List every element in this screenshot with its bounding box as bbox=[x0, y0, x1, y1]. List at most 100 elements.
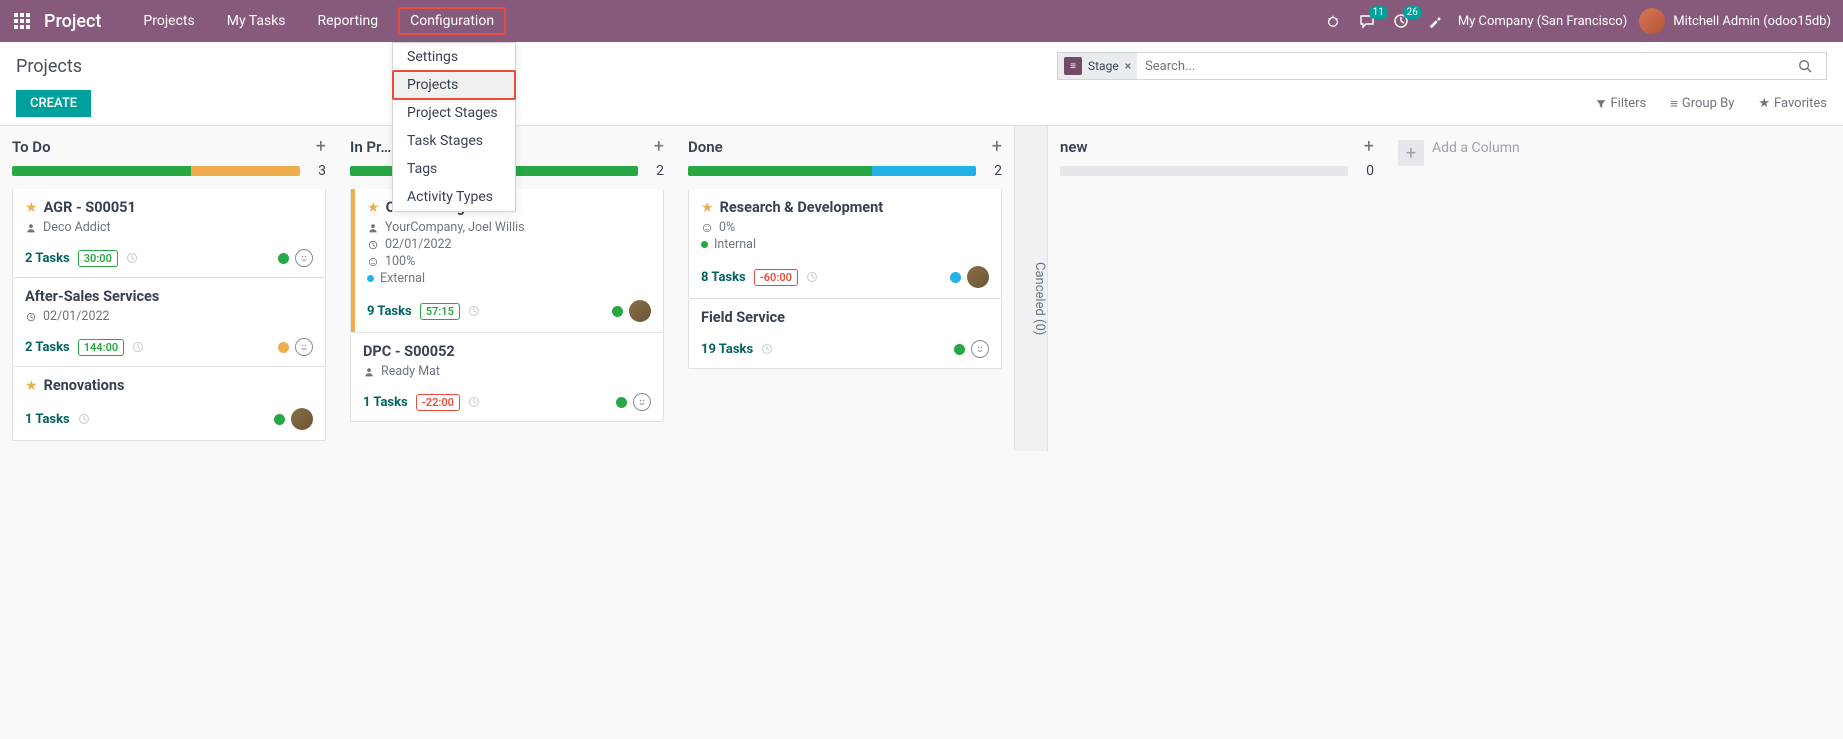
kanban-card[interactable]: Field Service 19 Tasks bbox=[688, 299, 1002, 369]
column-add-icon[interactable]: + bbox=[654, 136, 664, 157]
satisfaction-icon[interactable] bbox=[295, 249, 313, 267]
page-title: Projects bbox=[16, 56, 82, 77]
status-dot-icon[interactable] bbox=[612, 306, 623, 317]
dropdown-projects[interactable]: Projects bbox=[393, 71, 515, 99]
bar-segment bbox=[12, 166, 191, 176]
person-icon bbox=[363, 367, 375, 377]
main-menu: Projects My Tasks Reporting Configuratio… bbox=[129, 3, 508, 39]
card-foot-right bbox=[274, 408, 313, 430]
tasks-link[interactable]: 1 Tasks bbox=[363, 395, 408, 410]
bug-icon[interactable] bbox=[1322, 10, 1344, 32]
satisfaction-icon[interactable] bbox=[971, 340, 989, 358]
column-title[interactable]: Done bbox=[688, 138, 723, 156]
dropdown-settings[interactable]: Settings bbox=[393, 43, 515, 71]
person-icon bbox=[367, 223, 379, 233]
card-foot-right bbox=[612, 300, 651, 322]
star-icon[interactable]: ★ bbox=[25, 200, 38, 216]
groupby-button[interactable]: ≡Group By bbox=[1670, 96, 1734, 112]
star-icon[interactable]: ★ bbox=[367, 200, 380, 216]
dropdown-project-stages[interactable]: Project Stages bbox=[393, 99, 515, 127]
card-meta: 100% bbox=[367, 254, 651, 269]
progress-bar[interactable] bbox=[12, 166, 300, 176]
kanban-card[interactable]: After-Sales Services 02/01/2022 2 Tasks … bbox=[12, 278, 326, 367]
messages-icon[interactable]: 11 bbox=[1356, 10, 1378, 32]
user-menu[interactable]: Mitchell Admin (odoo15db) bbox=[1639, 8, 1831, 34]
favorites-button[interactable]: ★Favorites bbox=[1758, 96, 1827, 112]
activity-icon[interactable]: 26 bbox=[1390, 10, 1412, 32]
dropdown-activity-types[interactable]: Activity Types bbox=[393, 183, 515, 211]
create-button[interactable]: CREATE bbox=[16, 90, 91, 117]
nav-right: 11 26 My Company (San Francisco) Mitchel… bbox=[1322, 8, 1831, 34]
hours-pill: 57:15 bbox=[420, 303, 460, 320]
column-count: 2 bbox=[988, 163, 1002, 179]
kanban-card[interactable]: ★Research & Development 0%Internal 8 Tas… bbox=[688, 189, 1002, 299]
kanban-card[interactable]: ★AGR - S00051 Deco Addict 2 Tasks 30:00 bbox=[12, 189, 326, 278]
status-dot-icon[interactable] bbox=[278, 253, 289, 264]
assignee-avatar-icon[interactable] bbox=[967, 266, 989, 288]
apps-icon[interactable] bbox=[12, 11, 32, 31]
smile-icon bbox=[701, 223, 713, 233]
control-panel: Projects ≡ Stage × CREATE Filters ≡Group… bbox=[0, 42, 1843, 126]
configuration-dropdown: Settings Projects Project Stages Task St… bbox=[392, 42, 516, 212]
kanban-card[interactable]: DPC - S00052 Ready Mat 1 Tasks -22:00 bbox=[350, 333, 664, 422]
card-title: AGR - S00051 bbox=[44, 199, 136, 216]
app-brand[interactable]: Project bbox=[44, 11, 101, 32]
add-column[interactable]: + Add a Column bbox=[1386, 126, 1546, 451]
card-meta: 02/01/2022 bbox=[25, 309, 313, 324]
satisfaction-icon[interactable] bbox=[295, 338, 313, 356]
facet-remove-icon[interactable]: × bbox=[1125, 59, 1131, 73]
star-icon[interactable]: ★ bbox=[25, 378, 38, 394]
column-add-icon[interactable]: + bbox=[316, 136, 326, 157]
status-dot-icon[interactable] bbox=[950, 272, 961, 283]
column-title[interactable]: To Do bbox=[12, 138, 51, 156]
menu-reporting[interactable]: Reporting bbox=[304, 3, 393, 39]
column-add-icon[interactable]: + bbox=[1364, 136, 1374, 157]
funnel-icon bbox=[1596, 99, 1606, 109]
status-dot-icon[interactable] bbox=[274, 414, 285, 425]
status-dot-icon[interactable] bbox=[278, 342, 289, 353]
progress-bar[interactable] bbox=[1060, 166, 1348, 176]
card-tag: Internal bbox=[701, 237, 989, 252]
wrench-icon[interactable] bbox=[1424, 10, 1446, 32]
filters-button[interactable]: Filters bbox=[1596, 96, 1646, 112]
tasks-link[interactable]: 1 Tasks bbox=[25, 412, 70, 427]
column-add-icon[interactable]: + bbox=[992, 136, 1002, 157]
column-folded-canceled[interactable]: Canceled (0) bbox=[1014, 126, 1048, 451]
search-bar: ≡ Stage × bbox=[1057, 52, 1827, 80]
menu-projects[interactable]: Projects bbox=[129, 3, 208, 39]
card-title: Field Service bbox=[701, 309, 785, 326]
clock-icon bbox=[806, 271, 818, 283]
tasks-link[interactable]: 19 Tasks bbox=[701, 342, 753, 357]
card-foot-right bbox=[950, 266, 989, 288]
column-title[interactable]: new bbox=[1060, 138, 1088, 156]
assignee-avatar-icon[interactable] bbox=[291, 408, 313, 430]
tasks-link[interactable]: 9 Tasks bbox=[367, 304, 412, 319]
hours-pill: 30:00 bbox=[78, 250, 118, 267]
column-count: 3 bbox=[312, 163, 326, 179]
dropdown-task-stages[interactable]: Task Stages bbox=[393, 127, 515, 155]
card-foot-right bbox=[278, 249, 313, 267]
search-icon[interactable] bbox=[1798, 59, 1826, 73]
menu-my-tasks[interactable]: My Tasks bbox=[213, 3, 300, 39]
assignee-avatar-icon[interactable] bbox=[629, 300, 651, 322]
dropdown-tags[interactable]: Tags bbox=[393, 155, 515, 183]
search-facet-stage: ≡ Stage × bbox=[1058, 53, 1137, 79]
search-input[interactable] bbox=[1137, 59, 1798, 74]
menu-configuration[interactable]: Configuration bbox=[396, 3, 508, 39]
tasks-link[interactable]: 2 Tasks bbox=[25, 251, 70, 266]
card-title: After-Sales Services bbox=[25, 288, 159, 305]
progress-bar[interactable] bbox=[688, 166, 976, 176]
user-name: Mitchell Admin (odoo15db) bbox=[1673, 14, 1831, 29]
satisfaction-icon[interactable] bbox=[633, 393, 651, 411]
bar-segment bbox=[688, 166, 872, 176]
star-icon[interactable]: ★ bbox=[701, 200, 714, 216]
status-dot-icon[interactable] bbox=[616, 397, 627, 408]
company-selector[interactable]: My Company (San Francisco) bbox=[1458, 14, 1627, 29]
column-title[interactable]: In Pr… bbox=[350, 138, 391, 156]
tasks-link[interactable]: 2 Tasks bbox=[25, 340, 70, 355]
kanban-column: new + 0 bbox=[1048, 126, 1386, 451]
tasks-link[interactable]: 8 Tasks bbox=[701, 270, 746, 285]
kanban-card[interactable]: ★Renovations 1 Tasks bbox=[12, 367, 326, 441]
card-meta: Ready Mat bbox=[363, 364, 651, 379]
status-dot-icon[interactable] bbox=[954, 344, 965, 355]
